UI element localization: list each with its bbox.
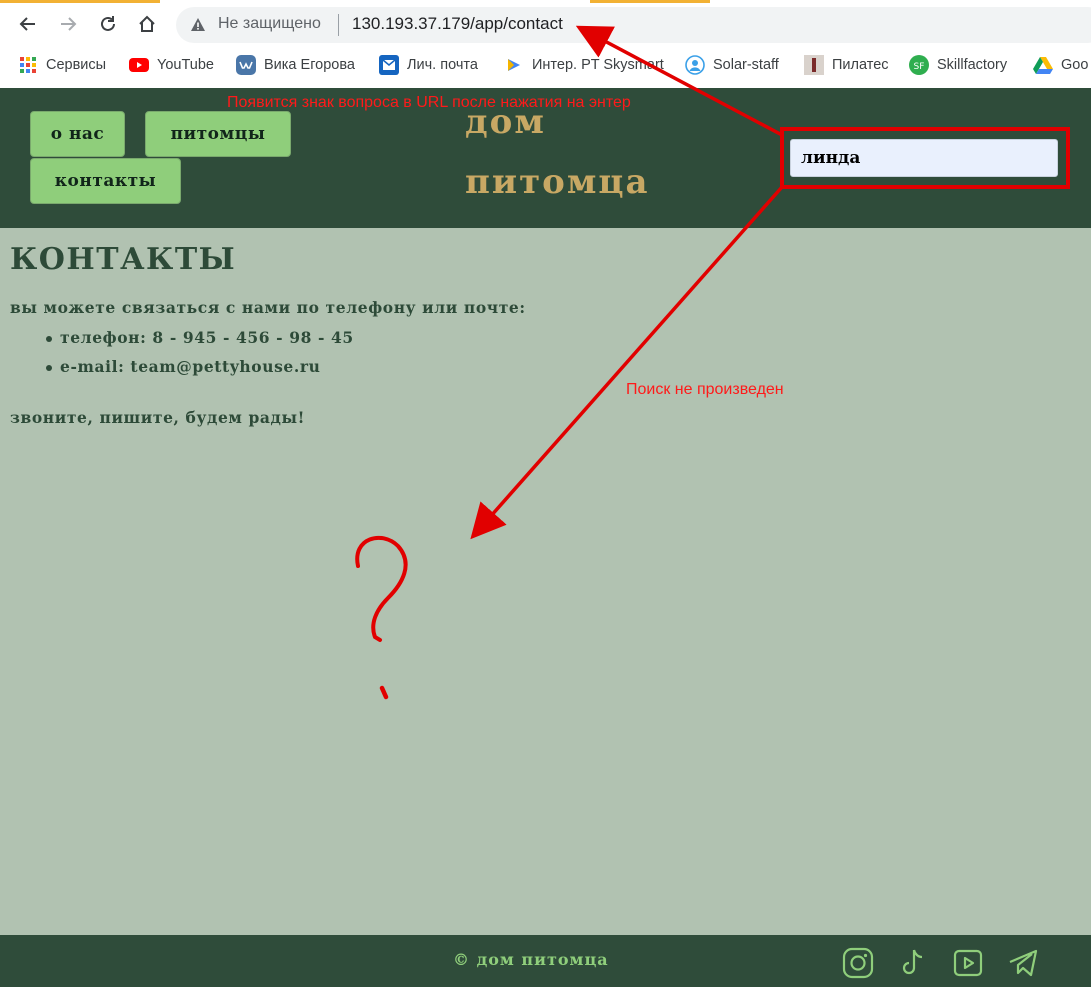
main-content: КОНТАКТЫ вы можете связаться с нами по т… <box>0 228 1091 935</box>
bookmark-label: Goo <box>1061 57 1089 73</box>
nav-pets-button[interactable]: питомцы <box>145 111 291 157</box>
bookmark-label: YouTube <box>157 57 214 73</box>
google-drive-icon <box>1033 55 1053 75</box>
bookmark-skysmart[interactable]: Интер. PT Skysmart <box>504 54 664 76</box>
vk-icon <box>236 55 256 75</box>
security-status-label[interactable]: Не защищено <box>218 15 321 33</box>
page-title: КОНТАКТЫ <box>10 242 237 277</box>
contact-list: телефон: 8 - 945 - 456 - 98 - 45 e-mail:… <box>46 328 354 386</box>
bookmark-label: Лич. почта <box>407 57 478 73</box>
reload-button[interactable] <box>94 10 122 38</box>
skysmart-icon <box>504 55 524 75</box>
tab-strip-accent <box>0 0 160 3</box>
contacts-intro: вы можете связаться с нами по телефону и… <box>10 298 526 317</box>
omnibox-divider <box>338 14 339 36</box>
warning-icon[interactable] <box>190 17 206 33</box>
bookmark-google-drive[interactable]: Goo <box>1033 54 1088 76</box>
apps-grid-icon <box>18 55 38 75</box>
bookmark-mail[interactable]: Лич. почта <box>379 54 478 76</box>
youtube-play-icon[interactable] <box>952 947 984 979</box>
site-footer: © дом питомца <box>0 935 1091 987</box>
footer-copyright: © дом питомца <box>453 950 609 969</box>
bookmark-label: Сервисы <box>46 57 107 73</box>
mail-icon <box>379 55 399 75</box>
address-bar[interactable]: Не защищено 130.193.37.179/app/contact <box>176 7 1091 43</box>
bookmark-solar-staff[interactable]: Solar-staff <box>685 54 779 76</box>
arrow-right-icon <box>61 17 77 31</box>
solar-staff-icon <box>685 55 705 75</box>
telegram-icon[interactable] <box>1007 947 1039 979</box>
bookmark-label: Skillfactory <box>937 57 1008 73</box>
pilates-icon <box>804 55 824 75</box>
arrow-left-icon <box>19 17 35 31</box>
search-input[interactable] <box>790 139 1058 177</box>
home-button[interactable] <box>133 10 161 38</box>
url-text[interactable]: 130.193.37.179/app/contact <box>352 14 563 34</box>
contact-phone: телефон: 8 - 945 - 456 - 98 - 45 <box>46 328 354 357</box>
tiktok-icon[interactable] <box>897 947 929 979</box>
bookmark-label: Пилатес <box>832 57 889 73</box>
contact-email: e-mail: team@pettyhouse.ru <box>46 357 354 386</box>
forward-button[interactable] <box>54 10 82 38</box>
annotation-url-question-mark: Появится знак вопроса в URL после нажати… <box>227 94 631 111</box>
svg-text:SF: SF <box>914 62 925 72</box>
skillfactory-icon: SF <box>909 55 929 75</box>
contacts-outro: звоните, пишите, будем рады! <box>10 408 306 427</box>
bookmark-label: Интер. PT Skysmart <box>532 57 664 73</box>
youtube-icon <box>129 55 149 75</box>
bookmarks-bar: Сервисы YouTube Вика Егорова Лич. почта … <box>0 50 1091 80</box>
reload-icon <box>101 16 115 31</box>
bookmark-pilates[interactable]: Пилатес <box>804 54 889 76</box>
bookmark-skillfactory[interactable]: SF Skillfactory <box>909 54 1007 76</box>
browser-chrome: Не защищено 130.193.37.179/app/contact С… <box>0 0 1091 88</box>
annotation-search-not-performed: Поиск не произведен <box>626 381 784 398</box>
brand-title-line2[interactable]: питомца <box>465 162 650 202</box>
nav-about-button[interactable]: о нас <box>30 111 125 157</box>
bookmark-youtube[interactable]: YouTube <box>129 54 214 76</box>
bookmark-vk[interactable]: Вика Егорова <box>236 54 355 76</box>
back-button[interactable] <box>14 10 42 38</box>
tab-strip-accent <box>590 0 710 3</box>
nav-contacts-button[interactable]: контакты <box>30 158 181 204</box>
instagram-icon[interactable] <box>842 947 874 979</box>
bookmark-label: Вика Егорова <box>264 57 355 73</box>
bookmark-label: Solar-staff <box>713 57 779 73</box>
home-icon <box>139 15 155 32</box>
bookmark-services[interactable]: Сервисы <box>18 54 106 76</box>
